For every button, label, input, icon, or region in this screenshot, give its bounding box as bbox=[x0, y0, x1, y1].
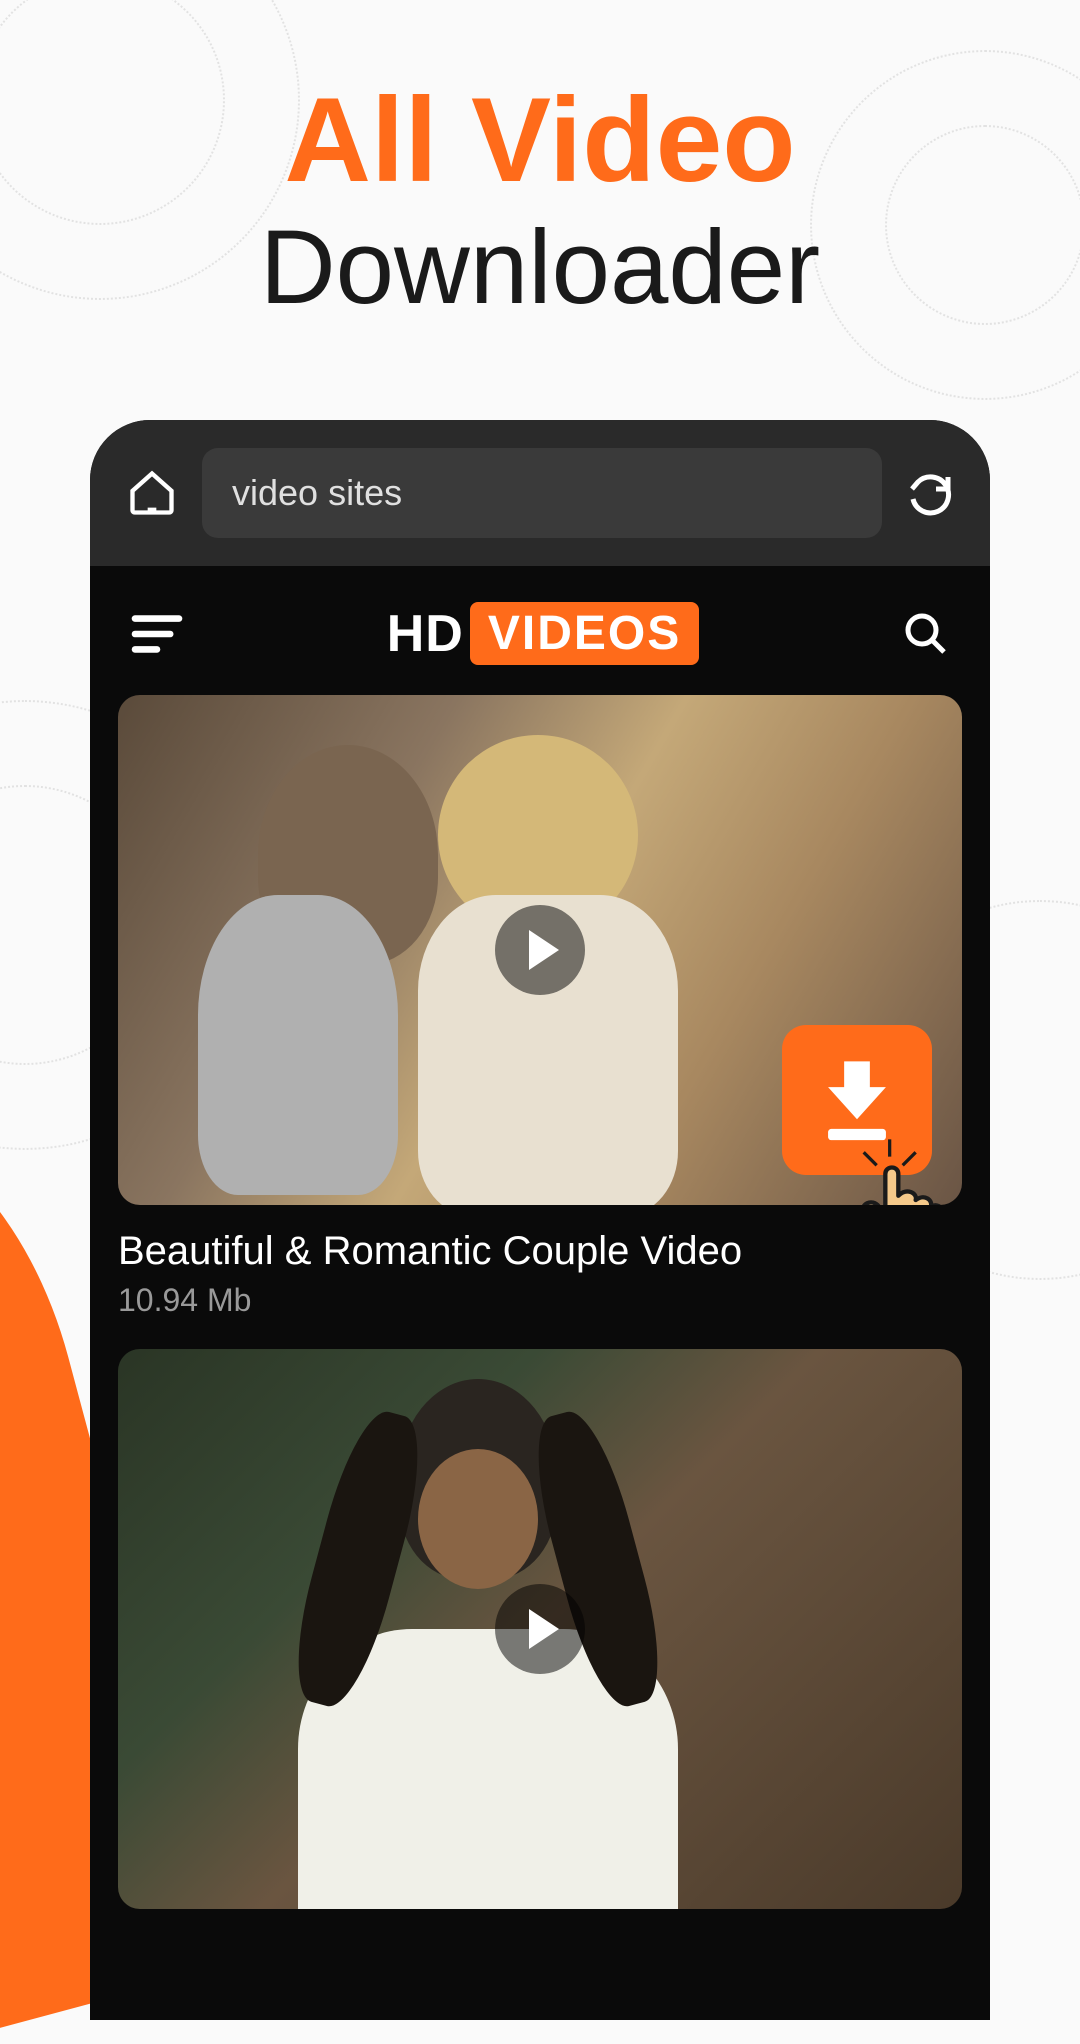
logo-badge: VIDEOS bbox=[470, 602, 699, 665]
search-icon[interactable] bbox=[902, 610, 950, 658]
phone-mockup: video sites HD VIDEOS bbox=[90, 420, 990, 2020]
video-size: 10.94 Mb bbox=[118, 1282, 962, 1319]
menu-icon[interactable] bbox=[130, 612, 184, 656]
pointer-cursor-icon bbox=[842, 1135, 962, 1205]
marketing-headline: All Video Downloader bbox=[0, 0, 1080, 326]
headline-line-1: All Video bbox=[0, 80, 1080, 200]
video-card[interactable]: Beautiful & Romantic Couple Video 10.94 … bbox=[118, 695, 962, 1319]
refresh-icon[interactable] bbox=[906, 469, 954, 517]
play-icon bbox=[529, 930, 559, 970]
home-icon[interactable] bbox=[126, 467, 178, 519]
headline-line-2: Downloader bbox=[0, 210, 1080, 326]
play-icon bbox=[529, 1609, 559, 1649]
app-header: HD VIDEOS bbox=[118, 566, 962, 695]
video-title: Beautiful & Romantic Couple Video bbox=[118, 1229, 962, 1274]
app-logo: HD VIDEOS bbox=[387, 602, 700, 665]
url-input[interactable]: video sites bbox=[202, 448, 882, 538]
video-thumbnail[interactable] bbox=[118, 695, 962, 1205]
video-card[interactable] bbox=[118, 1349, 962, 1909]
browser-bar: video sites bbox=[90, 420, 990, 566]
video-thumbnail[interactable] bbox=[118, 1349, 962, 1909]
logo-prefix: HD bbox=[387, 604, 464, 664]
download-icon bbox=[817, 1055, 897, 1145]
play-button[interactable] bbox=[495, 1584, 585, 1674]
play-button[interactable] bbox=[495, 905, 585, 995]
